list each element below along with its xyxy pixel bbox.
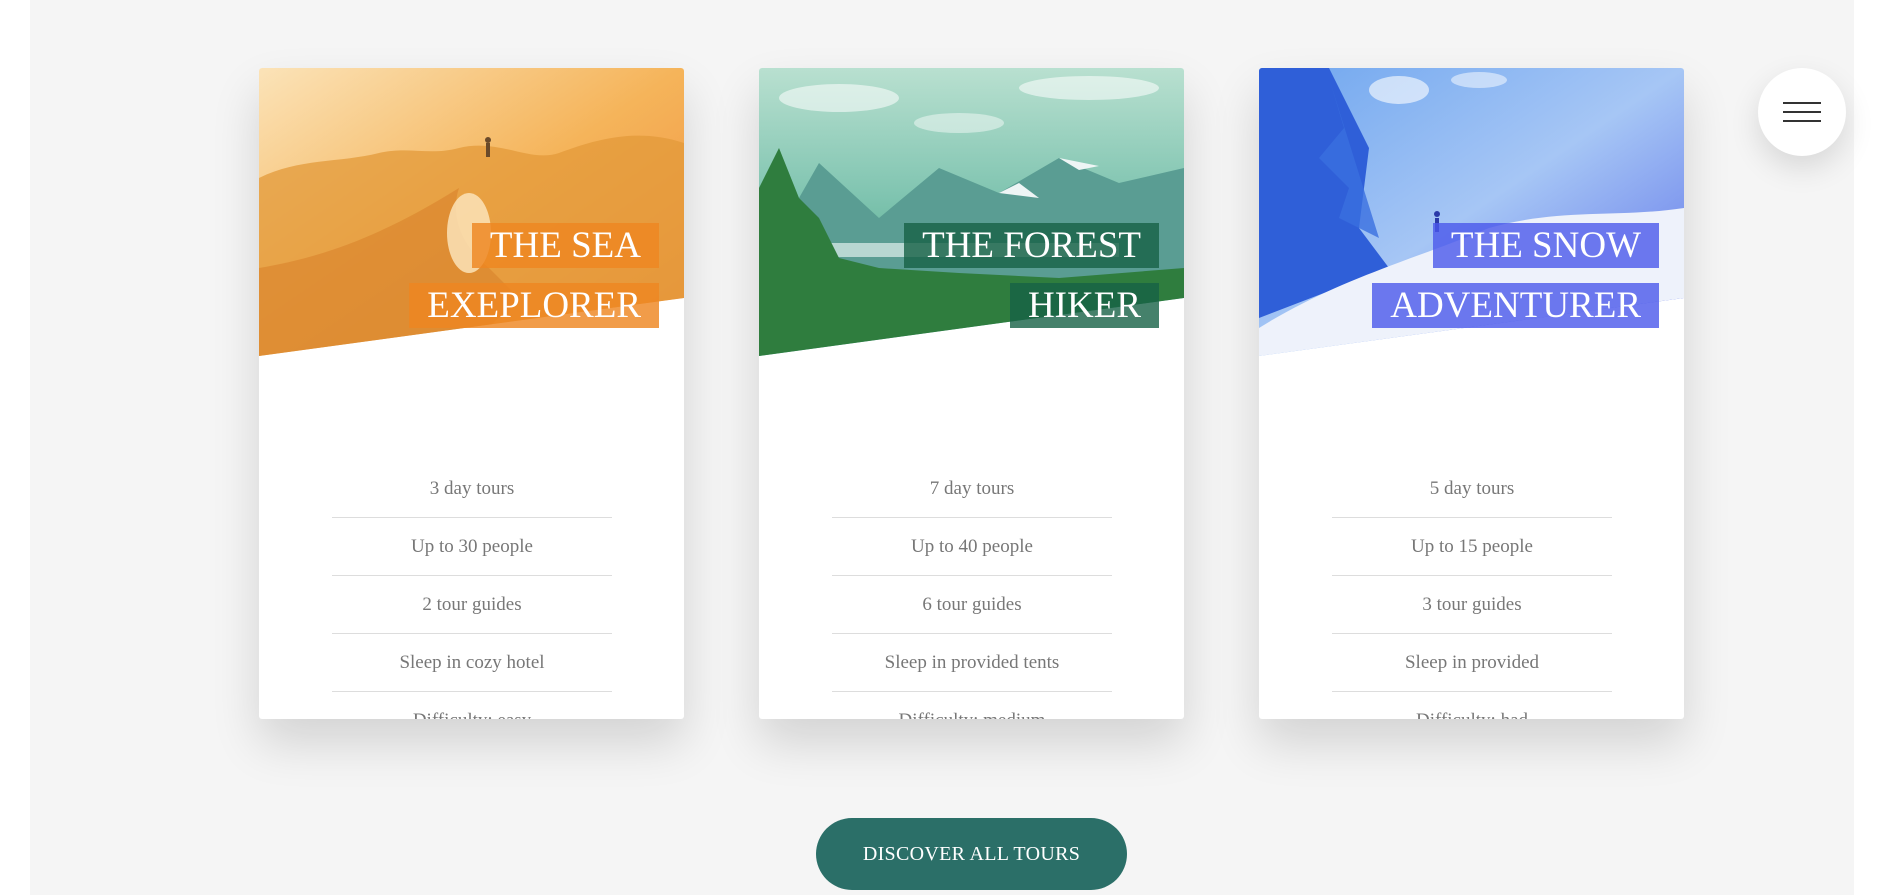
tours-section: THE SEA EXEPLORER 3 day tours Up to 30 pe… xyxy=(30,0,1854,895)
tour-card-sea-explorer: THE SEA EXEPLORER 3 day tours Up to 30 pe… xyxy=(259,68,684,719)
heading-line: HIKER xyxy=(1009,283,1159,328)
detail-difficulty: Difficulty: had xyxy=(1332,692,1612,719)
detail-guides: 3 tour guides xyxy=(1332,576,1612,634)
tour-card-snow-adventurer: THE SNOW ADVENTURER 5 day tours Up to 15 … xyxy=(1259,68,1684,719)
heading-line: THE SEA xyxy=(471,223,659,268)
heading-line: THE SNOW xyxy=(1432,223,1659,268)
detail-accommodation: Sleep in provided tents xyxy=(832,634,1112,692)
tour-card-forest-hiker: THE FOREST HIKER 7 day tours Up to 40 peo… xyxy=(759,68,1184,719)
detail-difficulty: Difficulty: easy xyxy=(332,692,612,719)
detail-group-size: Up to 40 people xyxy=(832,518,1112,576)
detail-duration: 5 day tours xyxy=(1332,460,1612,518)
detail-accommodation: Sleep in provided xyxy=(1332,634,1612,692)
detail-difficulty: Difficulty: medium xyxy=(832,692,1112,719)
detail-group-size: Up to 30 people xyxy=(332,518,612,576)
tour-details-list: 5 day tours Up to 15 people 3 tour guide… xyxy=(1332,460,1612,719)
discover-all-tours-button[interactable]: DISCOVER ALL TOURS xyxy=(816,818,1127,890)
tour-card-heading: THE SNOW ADVENTURER xyxy=(1359,216,1659,336)
menu-button[interactable] xyxy=(1758,68,1846,156)
detail-guides: 6 tour guides xyxy=(832,576,1112,634)
detail-guides: 2 tour guides xyxy=(332,576,612,634)
heading-line: THE FOREST xyxy=(904,223,1159,268)
heading-line: ADVENTURER xyxy=(1372,283,1659,328)
tour-card-heading: THE SEA EXEPLORER xyxy=(359,216,659,336)
tour-card-heading: THE FOREST HIKER xyxy=(859,216,1159,336)
heading-line: EXEPLORER xyxy=(409,283,659,328)
detail-duration: 3 day tours xyxy=(332,460,612,518)
tour-details-list: 7 day tours Up to 40 people 6 tour guide… xyxy=(832,460,1112,719)
detail-accommodation: Sleep in cozy hotel xyxy=(332,634,612,692)
detail-group-size: Up to 15 people xyxy=(1332,518,1612,576)
detail-duration: 7 day tours xyxy=(832,460,1112,518)
tour-details-list: 3 day tours Up to 30 people 2 tour guide… xyxy=(332,460,612,719)
